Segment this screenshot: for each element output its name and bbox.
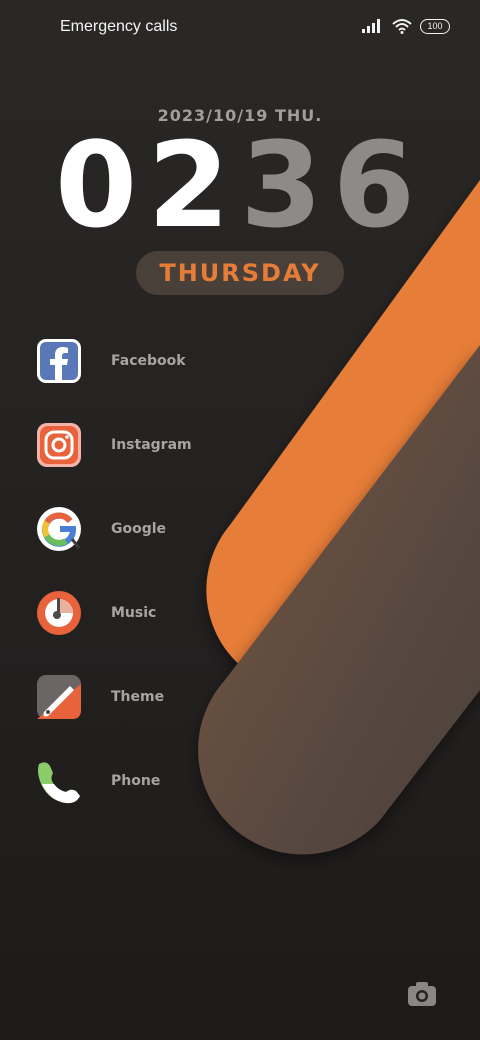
app-shortcut-instagram[interactable]: Instagram [36,420,216,470]
app-label-theme: Theme [111,689,165,705]
app-label-google: Google [111,521,167,537]
camera-icon [408,982,436,1006]
google-icon [36,506,82,552]
wifi-icon [392,19,412,34]
app-label-facebook: Facebook [111,353,186,369]
app-shortcut-music[interactable]: Music [36,588,216,638]
signal-icon [362,19,380,33]
clock: 0 2 3 6 [50,116,420,254]
app-shortcut-phone[interactable]: Phone [36,756,216,806]
emergency-calls-text: Emergency calls o [60,18,182,35]
status-icons: 100 [362,18,450,34]
app-label-instagram: Instagram [111,437,192,453]
battery-indicator: 100 [420,18,450,34]
instagram-icon [36,422,82,468]
app-shortcut-facebook[interactable]: Facebook [36,336,216,386]
music-icon [36,590,82,636]
app-label-phone: Phone [111,773,161,789]
status-bar: Emergency calls o 100 [0,0,480,56]
day-of-week-pill: THURSDAY [136,251,344,295]
clock-digit-minute-tens: 3 [240,116,323,254]
facebook-icon [36,338,82,384]
theme-icon [36,674,82,720]
phone-icon [36,758,82,804]
app-shortcut-google[interactable]: Google [36,504,216,554]
camera-button[interactable] [406,980,438,1008]
app-label-music: Music [111,605,157,621]
app-shortcut-theme[interactable]: Theme [36,672,216,722]
clock-digit-minute-ones: 6 [332,116,416,254]
clock-digit-hour-tens: 0 [54,116,138,254]
clock-digit-hour-ones: 2 [147,116,230,254]
